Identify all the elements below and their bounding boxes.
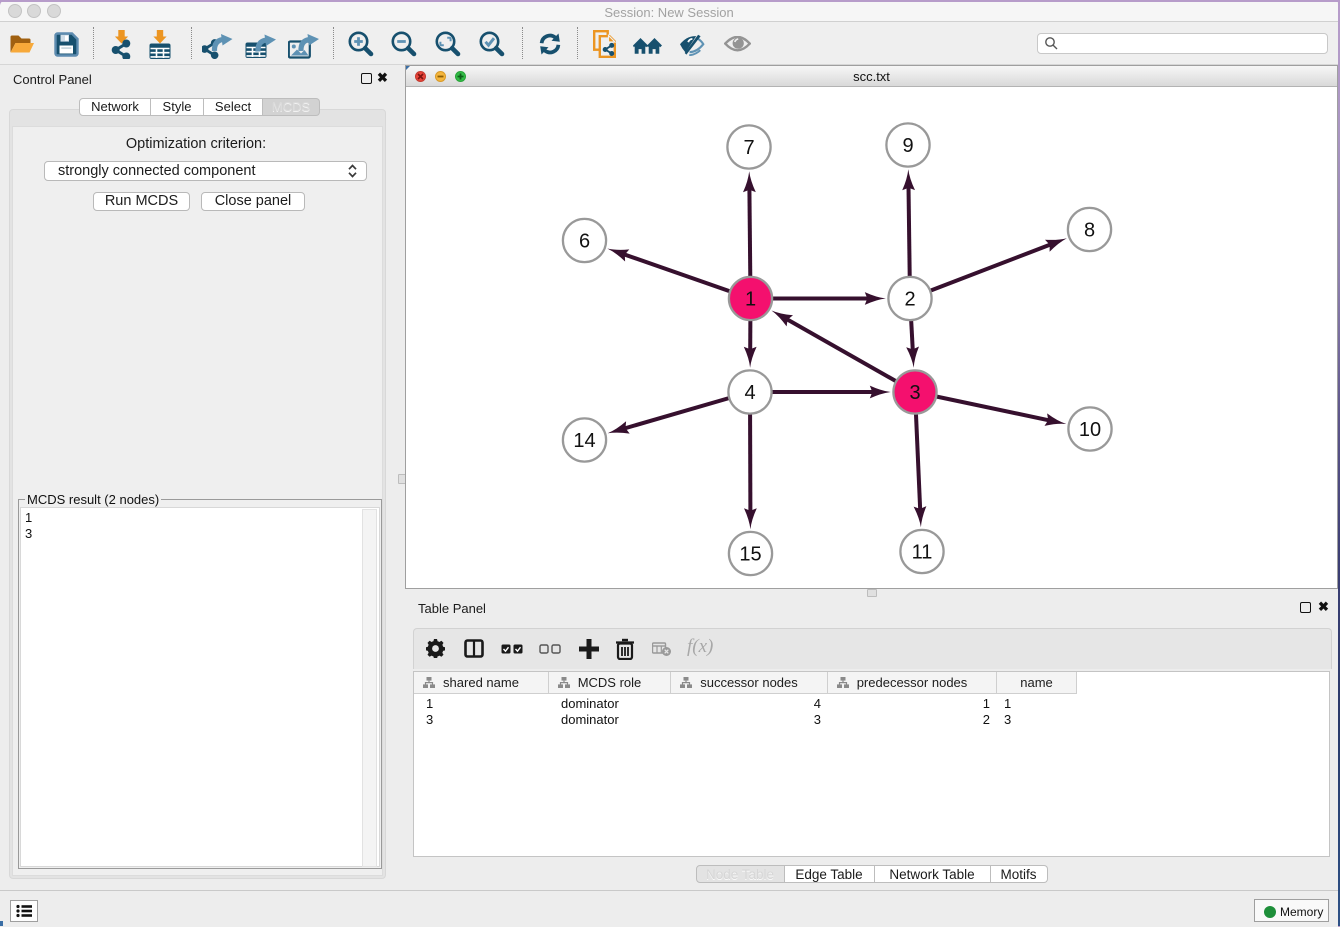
svg-text:3: 3	[909, 382, 920, 404]
svg-text:9: 9	[902, 135, 913, 157]
svg-text:15: 15	[739, 544, 761, 566]
svg-text:2: 2	[904, 289, 915, 311]
svg-text:14: 14	[573, 430, 595, 452]
svg-text:7: 7	[743, 137, 754, 159]
svg-text:11: 11	[912, 542, 933, 564]
svg-text:6: 6	[579, 231, 590, 253]
svg-text:1: 1	[745, 289, 756, 311]
svg-text:10: 10	[1079, 419, 1101, 441]
svg-text:4: 4	[744, 382, 755, 404]
svg-text:8: 8	[1084, 220, 1095, 242]
